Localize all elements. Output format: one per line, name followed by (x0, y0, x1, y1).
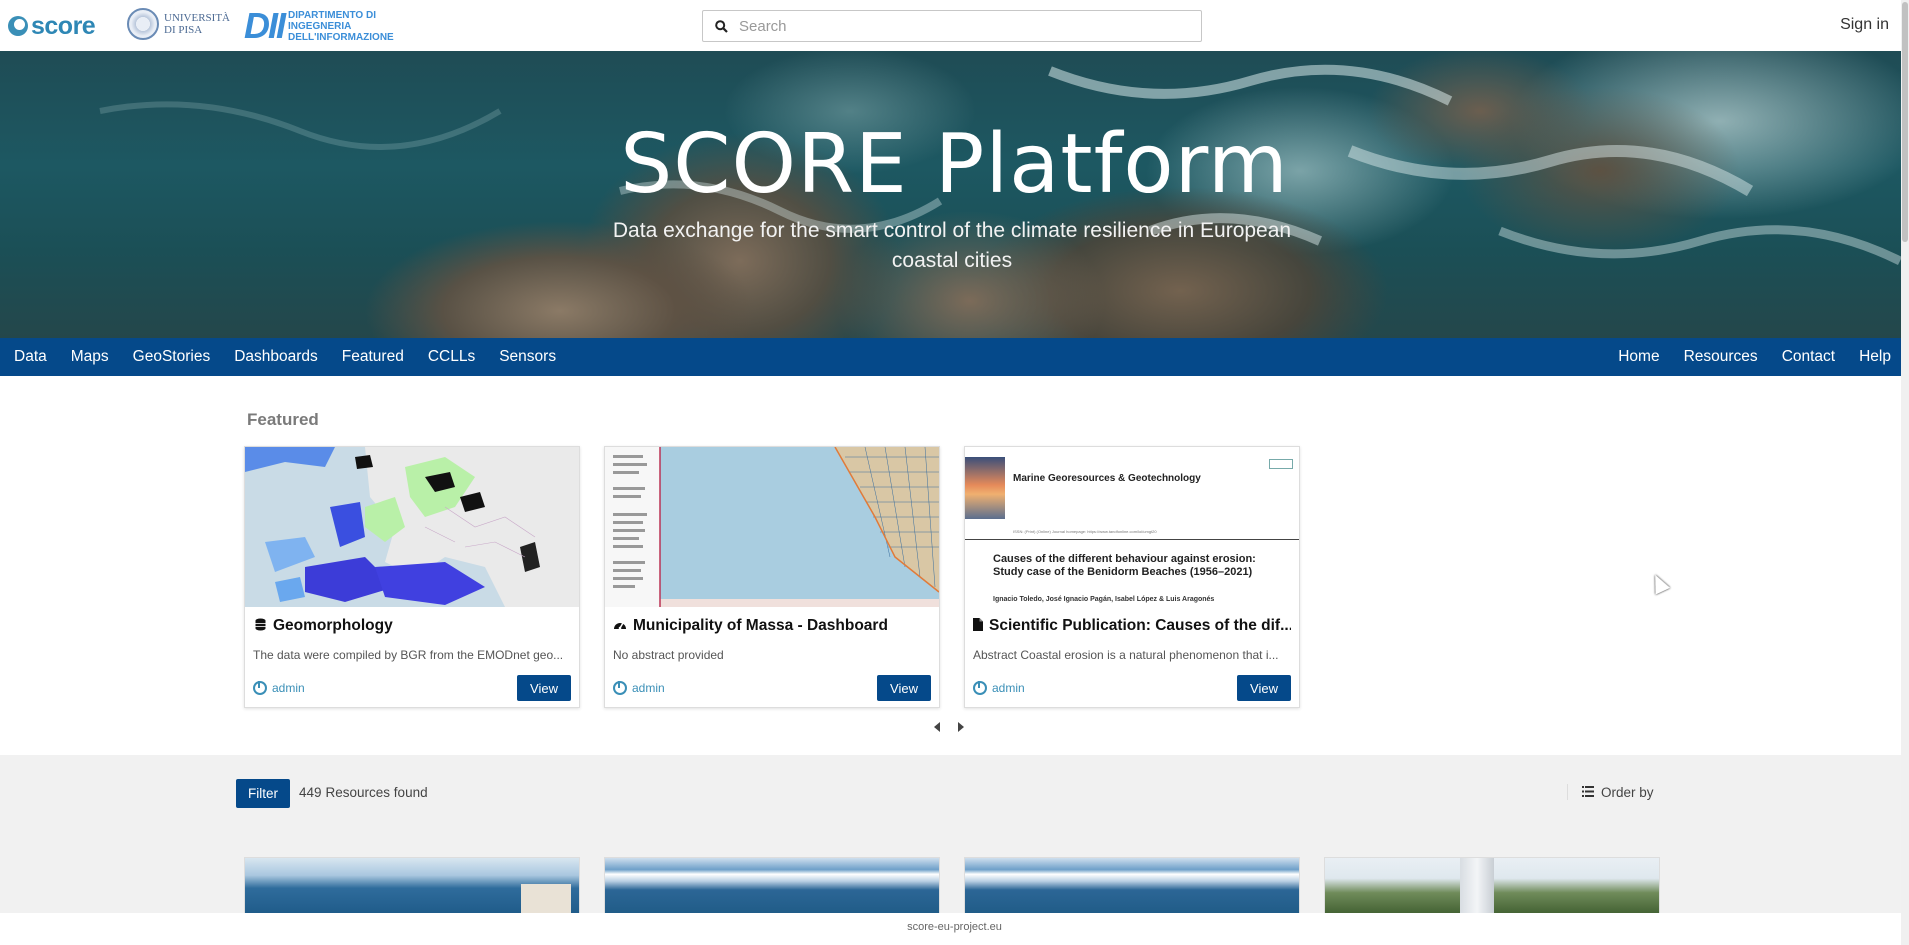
dii-mark: DII (244, 5, 286, 46)
nav-contact[interactable]: Contact (1770, 348, 1847, 366)
user-icon (613, 681, 627, 695)
journal-issn: ISSN: (Print) (Online) Journal homepage:… (1013, 529, 1157, 534)
dii-line2: INGEGNERIA (288, 20, 352, 32)
carousel-prev-icon[interactable] (934, 722, 941, 735)
nav-resources[interactable]: Resources (1672, 348, 1770, 366)
top-bar: score UNIVERSITÀ DI PISA DII DIPARTIMENT… (0, 0, 1909, 51)
paper-authors: Ignacio Toledo, José Ignacio Pagán, Isab… (993, 596, 1215, 603)
header-rule (965, 539, 1299, 540)
card-abstract: Abstract Coastal erosion is a natural ph… (973, 648, 1279, 662)
card-abstract: No abstract provided (613, 648, 724, 662)
unipi-logo[interactable]: UNIVERSITÀ DI PISA (127, 8, 230, 40)
nav-featured[interactable]: Featured (330, 348, 416, 366)
hero-subtitle: Data exchange for the smart control of t… (612, 219, 1292, 272)
results-count: 449 Resources found (299, 785, 428, 800)
results-count-number: 449 (299, 785, 322, 800)
dashboard-icon (613, 618, 627, 634)
results-count-label: Resources found (325, 785, 428, 800)
card-title-text: Municipality of Massa - Dashboard (633, 617, 888, 634)
scrollbar-thumb[interactable] (1902, 2, 1908, 242)
publication-thumbnail[interactable]: Marine Georesources & Geotechnology ISSN… (965, 447, 1299, 607)
user-icon (973, 681, 987, 695)
card-author[interactable]: admin (613, 681, 665, 695)
search-icon[interactable] (703, 19, 739, 33)
nav-home[interactable]: Home (1606, 348, 1671, 366)
page-scrollbar[interactable] (1901, 0, 1909, 945)
list-view-icon[interactable] (1567, 784, 1594, 800)
resource-card-thumbnail[interactable] (604, 857, 940, 917)
user-icon (253, 681, 267, 695)
main-nav: Data Maps GeoStories Dashboards Featured… (0, 338, 1909, 376)
dii-line1: DIPARTIMENTO DI (288, 9, 376, 21)
card-title-text: Geomorphology (273, 617, 393, 634)
card-abstract: The data were compiled by BGR from the E… (253, 648, 564, 662)
nav-geostories[interactable]: GeoStories (121, 348, 223, 366)
nav-data[interactable]: Data (0, 348, 59, 366)
card-author[interactable]: admin (253, 681, 305, 695)
unipi-line2: DI PISA (164, 24, 203, 36)
featured-heading: Featured (247, 410, 319, 429)
featured-card-massa-dashboard[interactable]: Municipality of Massa - Dashboard No abs… (604, 446, 940, 708)
unipi-seal-icon (127, 8, 159, 40)
dii-line3: DELL'INFORMAZIONE (288, 31, 394, 43)
filter-button[interactable]: Filter (236, 779, 290, 808)
document-icon (973, 618, 983, 634)
featured-card-scientific-publication[interactable]: Marine Georesources & Geotechnology ISSN… (964, 446, 1300, 708)
search-input[interactable] (739, 17, 1179, 35)
score-logo[interactable]: score (8, 12, 96, 40)
score-logo-text: score (31, 12, 96, 40)
sign-in-link[interactable]: Sign in (1840, 16, 1889, 34)
dii-logo[interactable]: DII DIPARTIMENTO DI INGEGNERIA DELL'INFO… (244, 5, 394, 46)
view-button[interactable]: View (877, 675, 931, 701)
card-title[interactable]: Geomorphology (253, 617, 571, 635)
view-button[interactable]: View (517, 675, 571, 701)
resource-card-thumbnail[interactable] (1324, 857, 1660, 917)
resource-card-thumbnail[interactable] (964, 857, 1300, 917)
card-title[interactable]: Municipality of Massa - Dashboard (613, 617, 931, 635)
tower-image (1460, 858, 1494, 916)
footer-text[interactable]: score-eu-project.eu (907, 921, 1002, 933)
author-name: admin (272, 681, 305, 695)
card-title-text: Scientific Publication: Causes of the di… (989, 617, 1291, 634)
nav-sensors[interactable]: Sensors (487, 348, 568, 366)
geomorphology-thumbnail[interactable] (245, 447, 579, 607)
nav-dashboards[interactable]: Dashboards (222, 348, 330, 366)
nav-cclls[interactable]: CCLLs (416, 348, 487, 366)
author-name: admin (992, 681, 1025, 695)
carousel-controls (934, 722, 964, 735)
massa-dashboard-thumbnail[interactable] (605, 447, 939, 607)
journal-name: Marine Georesources & Geotechnology (1013, 473, 1201, 484)
order-by-dropdown[interactable]: Order by (1601, 785, 1654, 800)
card-author[interactable]: admin (973, 681, 1025, 695)
nav-help[interactable]: Help (1847, 348, 1909, 366)
resource-card-thumbnail[interactable] (244, 857, 580, 917)
view-button[interactable]: View (1237, 675, 1291, 701)
author-name: admin (632, 681, 665, 695)
nav-maps[interactable]: Maps (59, 348, 121, 366)
database-icon (253, 618, 267, 634)
carousel-next-icon[interactable] (957, 722, 964, 735)
featured-card-geomorphology[interactable]: Geomorphology The data were compiled by … (244, 446, 580, 708)
hero-banner: SCORE Platform Data exchange for the sma… (0, 51, 1909, 338)
paper-title: Causes of the different behaviour agains… (993, 553, 1256, 578)
score-swirl-icon (8, 16, 28, 36)
hero-title: SCORE Platform (620, 117, 1289, 212)
footer: score-eu-project.eu (0, 913, 1909, 945)
unipi-line1: UNIVERSITÀ (164, 12, 230, 24)
card-title[interactable]: Scientific Publication: Causes of the di… (973, 617, 1291, 635)
search-box[interactable] (702, 10, 1202, 42)
dii-logo-text: DIPARTIMENTO DI INGEGNERIA DELL'INFORMAZ… (288, 10, 394, 43)
journal-cover-image (965, 457, 1005, 519)
unipi-logo-text: UNIVERSITÀ DI PISA (164, 12, 230, 36)
featured-section: Featured Geomorphology The data were com… (0, 376, 1909, 755)
publisher-logo (1269, 459, 1293, 469)
